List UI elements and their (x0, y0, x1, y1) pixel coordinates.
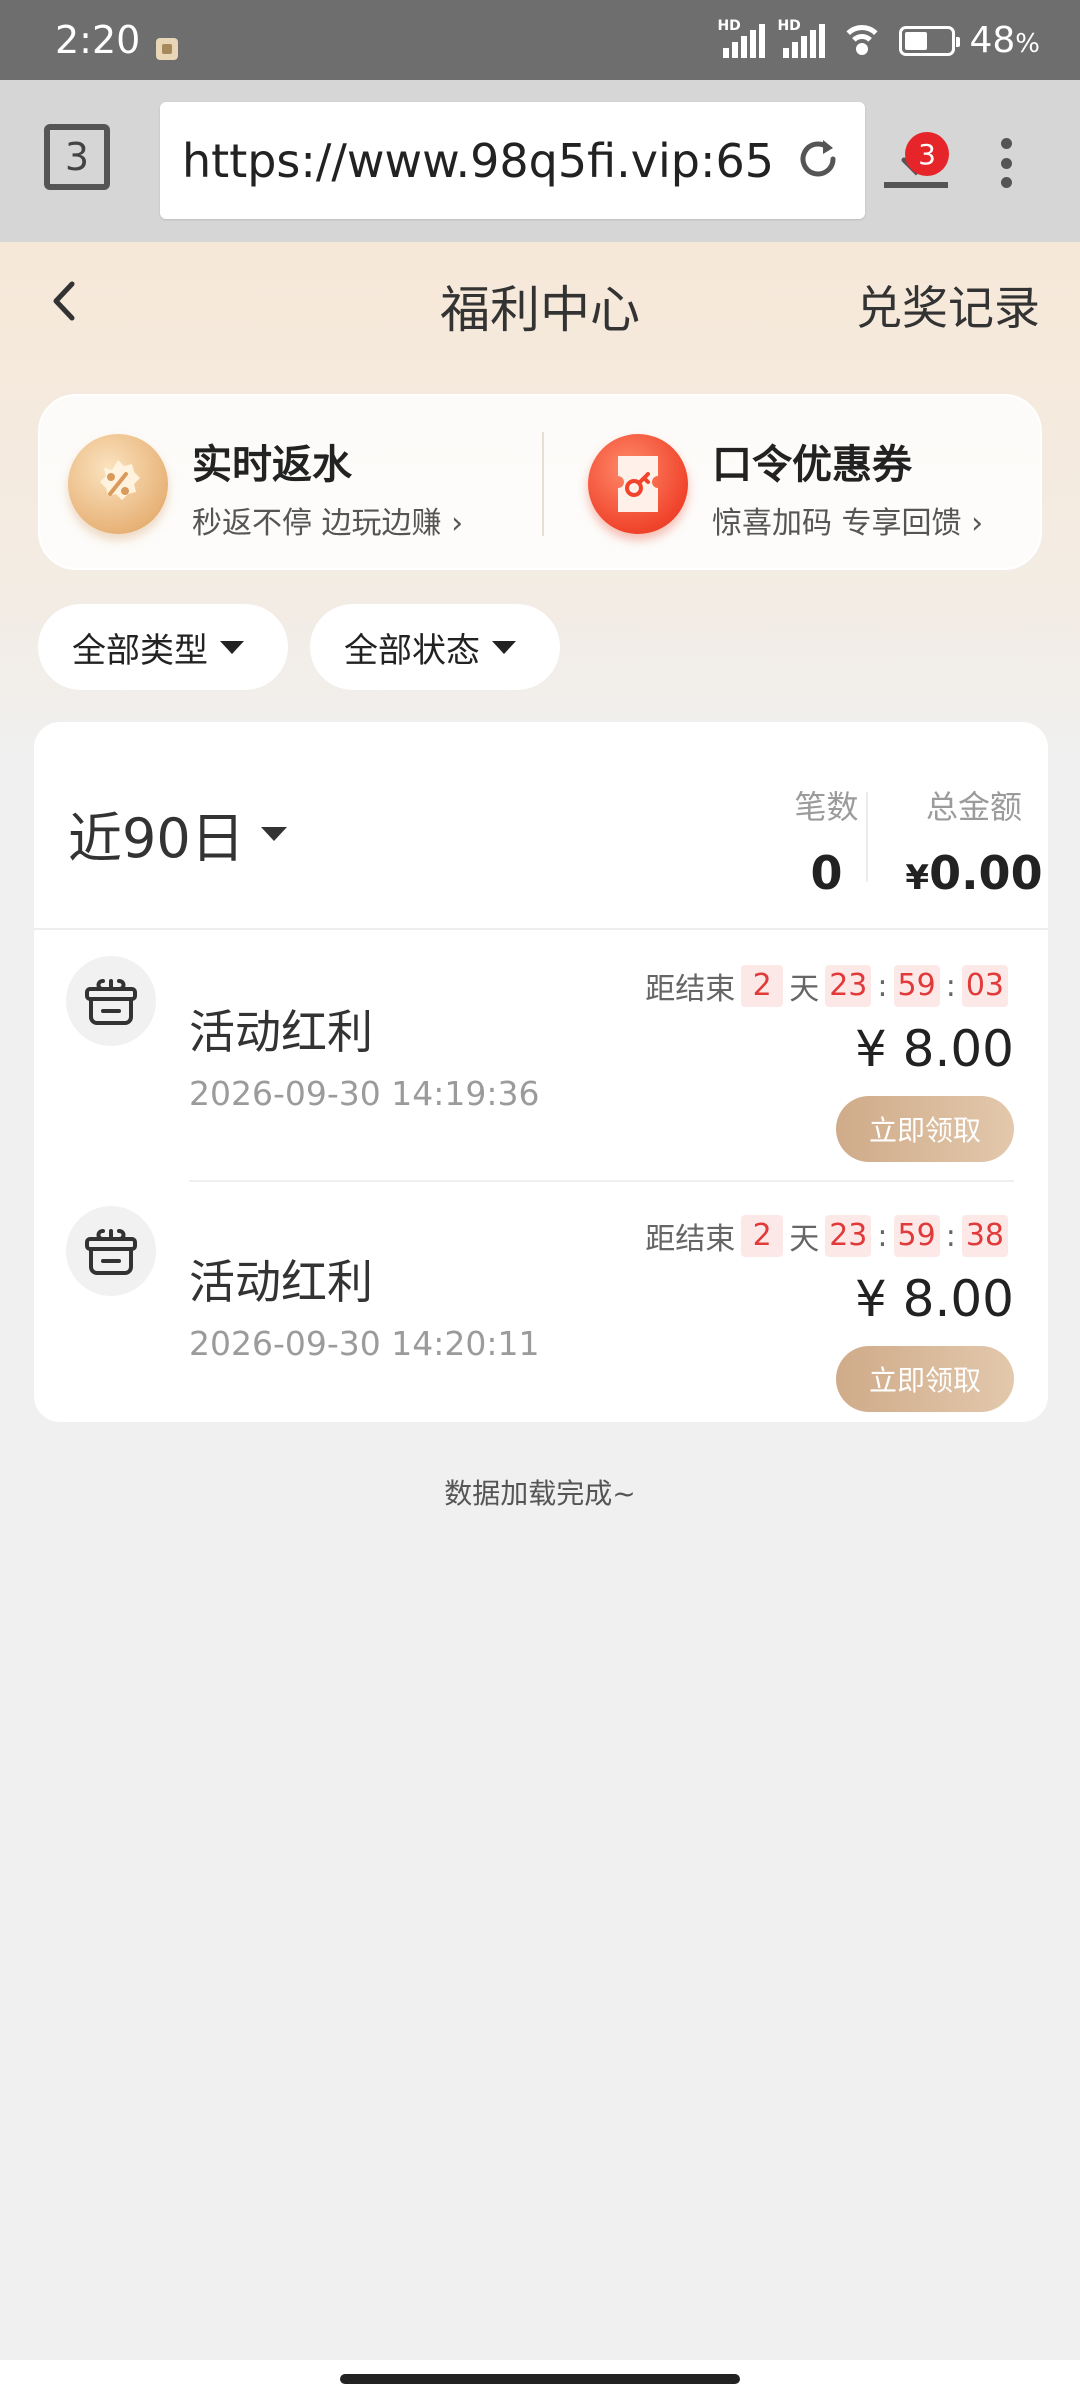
item-date: 2026-09-30 14:20:11 (189, 1324, 540, 1363)
chevron-right-icon: › (971, 506, 984, 541)
percent-badge-icon (68, 434, 168, 534)
battery-icon (899, 25, 961, 56)
redemption-records-link[interactable]: 兑奖记录 (856, 272, 1040, 338)
caret-down-icon (220, 640, 244, 654)
promo-subtitle: 惊喜加码 专享回馈 › (712, 506, 984, 541)
filter-type-dropdown[interactable]: 全部类型 (38, 604, 288, 690)
count-stat: 笔数 0 (754, 782, 899, 900)
period-label: 近90日 (68, 807, 245, 870)
wifi-icon (839, 23, 885, 59)
countdown-timer: 距结束 2 天 23: 59: 03 (645, 964, 1014, 1008)
address-bar[interactable]: https://www.98q5fi.vip:65 (160, 102, 865, 219)
item-date: 2026-09-30 14:19:36 (189, 1074, 540, 1113)
period-selector[interactable]: 近90日 (68, 794, 287, 873)
promo-item-coupon[interactable]: 口令优惠券 惊喜加码 专享回馈 › (560, 396, 1060, 572)
status-time: 2:20 (55, 18, 141, 62)
claim-button[interactable]: 立即领取 (836, 1096, 1014, 1162)
battery-percent: 48% (969, 20, 1040, 61)
filter-status-dropdown[interactable]: 全部状态 (310, 604, 560, 690)
system-nav-bar (0, 2360, 1080, 2400)
promo-item-rebate[interactable]: 实时返水 秒返不停 边玩边赚 › (40, 396, 540, 572)
total-stat: 总金额 ¥0.00 (904, 782, 1044, 900)
header-divider (34, 928, 1048, 930)
total-value: ¥0.00 (905, 846, 1043, 900)
item-amount: ¥ 8.00 (854, 1020, 1014, 1078)
promo-title: 实时返水 (192, 442, 352, 488)
item-title: 活动红利 (189, 1005, 373, 1059)
coupon-icon (588, 434, 688, 534)
promo-title: 口令优惠券 (712, 442, 912, 488)
promo-divider (542, 432, 544, 536)
tab-count: 3 (64, 135, 90, 179)
records-card: 近90日 笔数 0 总金额 ¥0.00 活动红利 2026-09-30 14:1… (34, 722, 1048, 1422)
count-label: 笔数 (794, 788, 859, 826)
signal-icon-2: HD (777, 18, 826, 58)
gift-box-icon (66, 1206, 156, 1296)
status-bar: 2:20 HD HD 48% (0, 0, 1080, 80)
tab-switcher-button[interactable]: 3 (44, 124, 110, 190)
notification-icon (156, 38, 178, 60)
promo-card: 实时返水 秒返不停 边玩边赚 › 口令优惠券 惊喜加码 专享回馈 › (38, 394, 1042, 570)
claim-button[interactable]: 立即领取 (836, 1346, 1014, 1412)
url-text: https://www.98q5fi.vip:65 (182, 134, 774, 188)
reload-icon[interactable] (793, 134, 843, 184)
caret-down-icon (260, 826, 287, 841)
status-icons: HD HD 48% (717, 18, 1040, 62)
filter-type-label: 全部类型 (72, 630, 208, 671)
download-count-badge: 3 (905, 132, 949, 176)
gift-box-icon (66, 956, 156, 1046)
list-item: 活动红利 2026-09-30 14:19:36 距结束 2 天 23: 59:… (34, 932, 1048, 1182)
welfare-center-page: 福利中心 兑奖记录 实时返水 秒返不停 边玩边赚 › 口令优惠券 惊喜加码 专享… (0, 242, 1080, 2360)
list-item: 活动红利 2026-09-30 14:20:11 距结束 2 天 23: 59:… (34, 1182, 1048, 1422)
more-menu-icon[interactable] (998, 138, 1014, 188)
browser-toolbar: 3 https://www.98q5fi.vip:65 3 (0, 80, 1080, 242)
total-label: 总金额 (925, 788, 1022, 826)
countdown-timer: 距结束 2 天 23: 59: 38 (645, 1214, 1014, 1258)
item-title: 活动红利 (189, 1255, 373, 1309)
count-value: 0 (810, 846, 843, 900)
stat-divider (866, 792, 868, 882)
chevron-right-icon: › (451, 506, 464, 541)
promo-subtitle: 秒返不停 边玩边赚 › (192, 506, 464, 541)
signal-icon-1: HD (717, 18, 766, 58)
item-amount: ¥ 8.00 (854, 1270, 1014, 1328)
filter-status-label: 全部状态 (344, 630, 480, 671)
caret-down-icon (492, 640, 516, 654)
load-complete-text: 数据加载完成~ (444, 1477, 636, 1510)
home-indicator[interactable] (340, 2374, 740, 2384)
